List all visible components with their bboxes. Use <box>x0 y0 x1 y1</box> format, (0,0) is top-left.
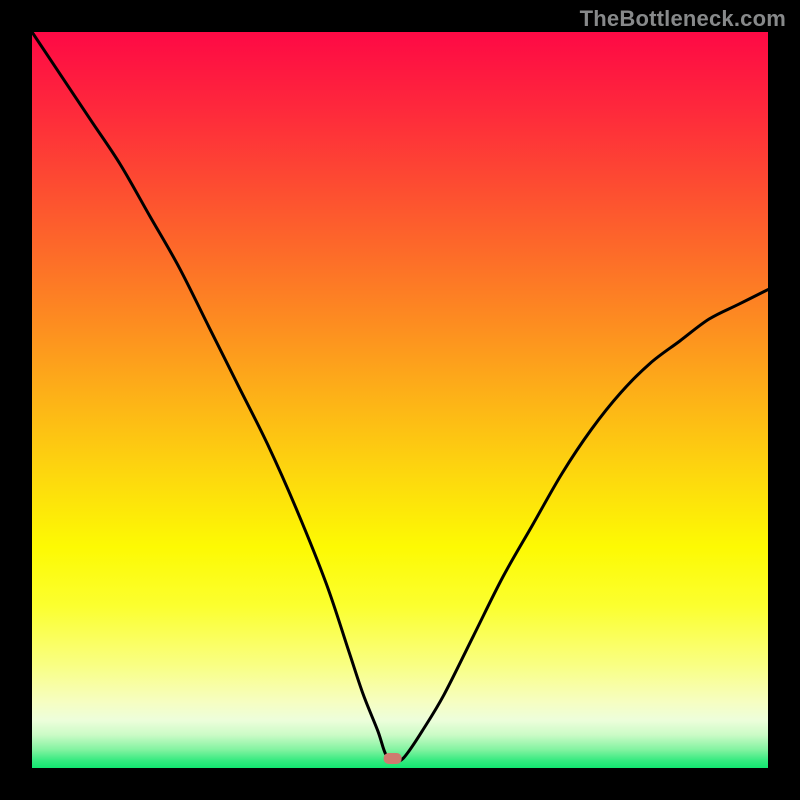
minimum-marker-pill <box>384 753 402 764</box>
gradient-background <box>32 32 768 768</box>
chart-frame: TheBottleneck.com <box>0 0 800 800</box>
plot-svg <box>32 32 768 768</box>
plot-area <box>32 32 768 768</box>
watermark: TheBottleneck.com <box>580 6 786 32</box>
curve-minimum-marker <box>384 753 402 764</box>
